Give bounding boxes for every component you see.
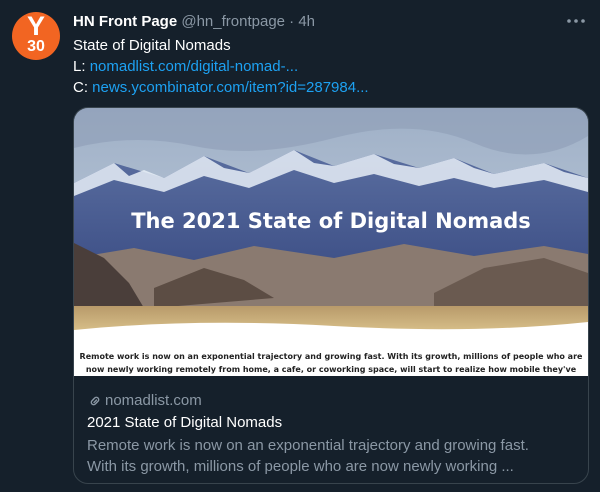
avatar-letter: Y xyxy=(26,12,45,41)
separator-dot: · xyxy=(285,13,299,30)
card-title: 2021 State of Digital Nomads xyxy=(87,414,283,431)
comments-prefix: C: xyxy=(73,79,93,96)
link-icon xyxy=(87,393,103,409)
card-text: nomadlist.com 2021 State of Digital Noma… xyxy=(87,391,577,477)
card-image-heading: The 2021 State of Digital Nomads xyxy=(131,209,531,233)
author-handle[interactable]: @hn_frontpage xyxy=(181,13,285,30)
tweet-title: State of Digital Nomads xyxy=(73,37,231,54)
tweet-header: HN Front Page @hn_frontpage · 4h xyxy=(73,13,315,31)
avatar[interactable]: Y 30 xyxy=(12,12,60,60)
more-horizontal-icon[interactable] xyxy=(566,14,586,26)
comments-line: C: news.ycombinator.com/item?id=287984..… xyxy=(73,79,369,97)
card-image-body-line1: Remote work is now on an exponential tra… xyxy=(80,352,583,361)
card-image-body-line2: now newly working remotely from home, a … xyxy=(86,365,577,374)
link-prefix: L: xyxy=(73,58,90,75)
card-description-line1: Remote work is now on an exponential tra… xyxy=(87,437,529,454)
tweet-time[interactable]: 4h xyxy=(298,13,315,30)
article-link[interactable]: nomadlist.com/digital-nomad-... xyxy=(90,58,298,75)
card-domain: nomadlist.com xyxy=(105,392,202,409)
avatar-number: 30 xyxy=(27,38,45,55)
card-description: Remote work is now on an exponential tra… xyxy=(87,435,577,477)
author-name[interactable]: HN Front Page xyxy=(73,13,177,30)
link-line: L: nomadlist.com/digital-nomad-... xyxy=(73,58,298,76)
card-domain-row: nomadlist.com xyxy=(87,391,577,411)
card-description-line2: With its growth, millions of people who … xyxy=(87,458,514,475)
comments-link[interactable]: news.ycombinator.com/item?id=287984... xyxy=(92,79,368,96)
card-image[interactable]: The 2021 State of Digital Nomads Remote … xyxy=(74,108,588,376)
link-preview-card[interactable]: The 2021 State of Digital Nomads Remote … xyxy=(73,107,589,484)
